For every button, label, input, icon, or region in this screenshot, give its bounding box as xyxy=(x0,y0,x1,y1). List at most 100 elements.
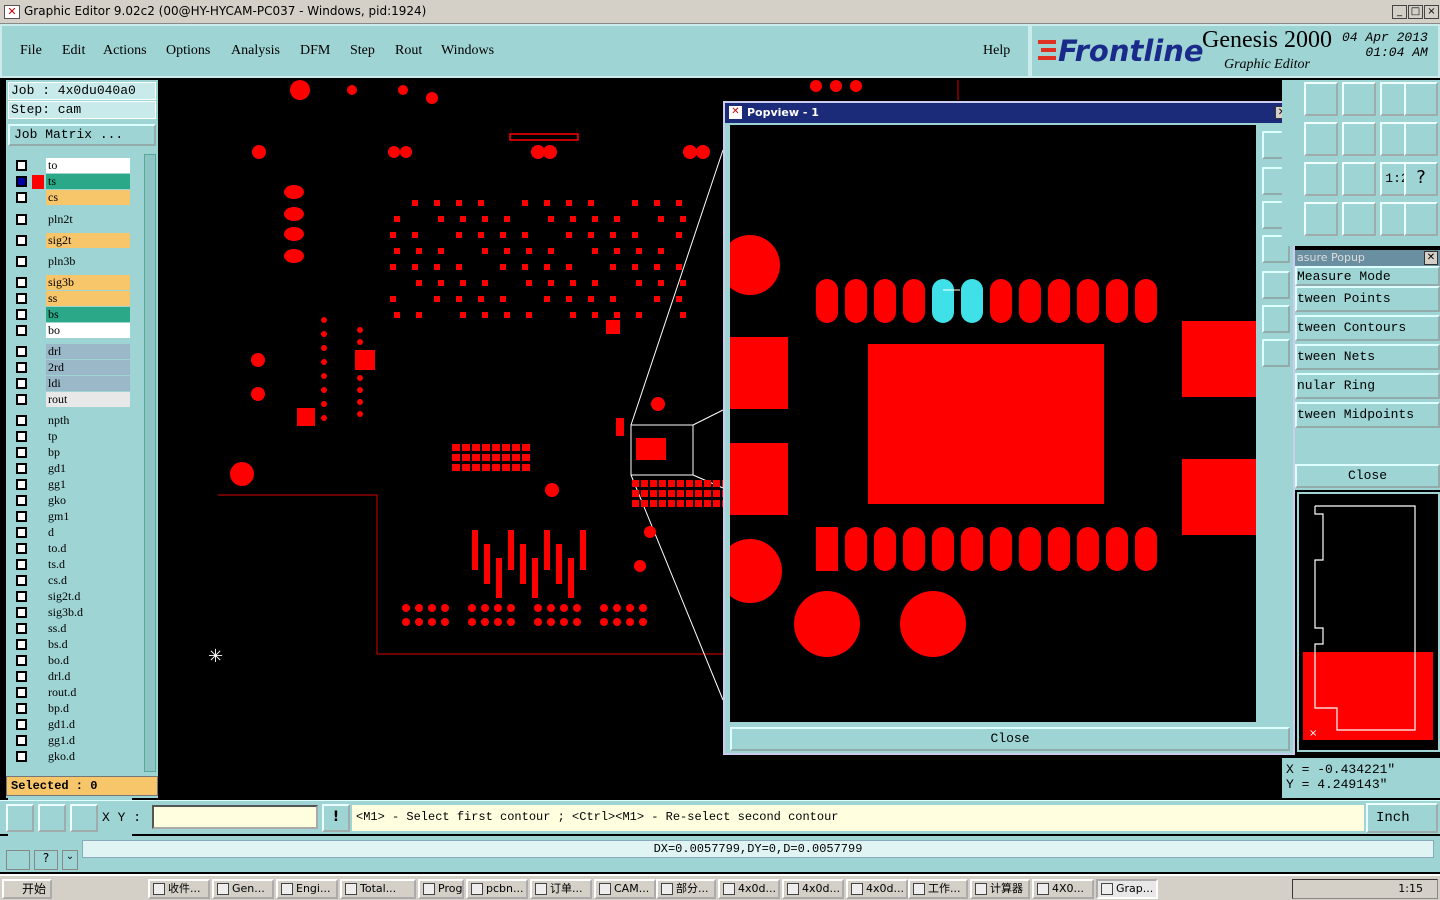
layer-row[interactable]: 2rd xyxy=(10,360,132,376)
layer-row[interactable]: sig2t.d xyxy=(10,589,132,605)
layer-row[interactable]: gg1.d xyxy=(10,733,132,749)
layer-name[interactable]: to.d xyxy=(46,541,130,556)
layer-checkbox[interactable] xyxy=(16,378,27,389)
layer-name[interactable]: bs xyxy=(46,307,130,322)
layer-name[interactable]: ss xyxy=(46,291,130,306)
start-button[interactable]: 开始 xyxy=(2,879,52,899)
measure-close-x-icon[interactable]: ✕ xyxy=(1424,251,1438,265)
layer-name[interactable]: bp.d xyxy=(46,701,130,716)
measure-red-2-icon[interactable] xyxy=(1404,202,1438,236)
smd-pad[interactable] xyxy=(816,279,838,323)
layer-name[interactable]: to xyxy=(46,158,130,173)
taskbar-task[interactable]: CAM... xyxy=(594,879,656,899)
taskbar-task[interactable]: Engi... xyxy=(276,879,338,899)
layer-name[interactable]: npth xyxy=(46,413,130,428)
smd-pad[interactable] xyxy=(1019,527,1041,571)
dropdown-icon[interactable]: ⌄ xyxy=(62,850,78,870)
layer-row[interactable]: ts.d xyxy=(10,557,132,573)
pan-right-icon[interactable] xyxy=(1262,271,1290,299)
menu-actions[interactable]: Actions xyxy=(103,43,147,59)
layer-checkbox[interactable] xyxy=(16,687,27,698)
layer-name[interactable]: sig3b xyxy=(46,275,130,290)
layer-name[interactable]: gd1 xyxy=(46,461,130,476)
snap-mode-icon[interactable] xyxy=(6,804,34,832)
layer-checkbox[interactable] xyxy=(16,362,27,373)
layer-checkbox[interactable] xyxy=(16,703,27,714)
layer-row[interactable]: gd1 xyxy=(10,461,132,477)
layer-name[interactable]: ss.d xyxy=(46,621,130,636)
measure-between-points[interactable]: tween Points xyxy=(1295,286,1440,312)
smd-pad[interactable] xyxy=(1048,279,1070,323)
layer-checkbox[interactable] xyxy=(16,394,27,405)
layer-checkbox[interactable] xyxy=(16,671,27,682)
layer-name[interactable]: sig2t xyxy=(46,233,130,248)
layer-row[interactable]: d xyxy=(10,525,132,541)
smd-pad[interactable] xyxy=(1106,279,1128,323)
snap-icon[interactable] xyxy=(1404,122,1438,156)
layer-row[interactable]: bo xyxy=(10,323,132,339)
layer-checkbox[interactable] xyxy=(16,415,27,426)
layer-name[interactable]: bo xyxy=(46,323,130,338)
help-icon[interactable]: ? xyxy=(34,850,58,870)
layer-row[interactable]: ts xyxy=(10,174,132,190)
measure-between-midpoints[interactable]: tween Midpoints xyxy=(1295,402,1440,428)
layer-name[interactable]: tp xyxy=(46,429,130,444)
menu-dfm[interactable]: DFM xyxy=(300,43,330,59)
menu-step[interactable]: Step xyxy=(350,43,375,59)
layer-name[interactable]: gg1 xyxy=(46,477,130,492)
center-icon[interactable] xyxy=(1262,339,1290,367)
close-window-button[interactable]: × xyxy=(1424,5,1439,19)
smd-pad[interactable] xyxy=(816,527,838,571)
popview-graphics[interactable] xyxy=(718,125,1256,722)
layer-row[interactable]: cs.d xyxy=(10,573,132,589)
layer-checkbox[interactable] xyxy=(16,447,27,458)
smd-pad[interactable] xyxy=(961,279,983,323)
taskbar-task[interactable]: 4x0d... xyxy=(846,879,908,899)
smd-pad[interactable] xyxy=(903,527,925,571)
window-icon[interactable] xyxy=(1304,122,1338,156)
layer-checkbox[interactable] xyxy=(16,623,27,634)
layer-row[interactable]: bo.d xyxy=(10,653,132,669)
layer-checkbox[interactable] xyxy=(16,527,27,538)
smd-pad[interactable] xyxy=(932,279,954,323)
smd-pad[interactable] xyxy=(874,279,896,323)
layer-scrollbar[interactable] xyxy=(144,154,156,772)
taskbar-task[interactable]: 部分... xyxy=(656,879,716,899)
layer-checkbox[interactable] xyxy=(16,309,27,320)
layer-row[interactable]: bp.d xyxy=(10,701,132,717)
layer-name[interactable]: cs xyxy=(46,190,130,205)
layer-row[interactable]: sig3b xyxy=(10,275,132,291)
layer-checkbox[interactable] xyxy=(16,575,27,586)
menu-analysis[interactable]: Analysis xyxy=(231,43,280,59)
taskbar-task[interactable]: Grap... xyxy=(1096,879,1158,899)
overview-minimap[interactable]: × xyxy=(1297,492,1440,752)
smd-pad[interactable] xyxy=(961,527,983,571)
layer-row[interactable]: sig3b.d xyxy=(10,605,132,621)
layer-row[interactable]: ldi xyxy=(10,376,132,392)
move-icon[interactable] xyxy=(1342,162,1376,196)
layer-name[interactable]: bp xyxy=(46,445,130,460)
taskbar-task[interactable]: 4X0... xyxy=(1032,879,1094,899)
layer-row[interactable]: rout xyxy=(10,392,132,408)
layer-name[interactable]: 2rd xyxy=(46,360,130,375)
layer-name[interactable]: drl.d xyxy=(46,669,130,684)
smd-pad[interactable] xyxy=(990,527,1012,571)
menu-edit[interactable]: Edit xyxy=(62,43,85,59)
layer-row[interactable]: pln2t xyxy=(10,212,132,228)
layer-checkbox[interactable] xyxy=(16,463,27,474)
layer-checkbox[interactable] xyxy=(16,639,27,650)
layer-checkbox[interactable] xyxy=(16,160,27,171)
menu-rout[interactable]: Rout xyxy=(395,43,422,59)
xy-input[interactable] xyxy=(152,805,318,829)
layer-name[interactable]: ts.d xyxy=(46,557,130,572)
layer-checkbox[interactable] xyxy=(16,607,27,618)
smd-pad[interactable] xyxy=(845,279,867,323)
layer-row[interactable]: ss xyxy=(10,291,132,307)
layer-row[interactable]: gd1.d xyxy=(10,717,132,733)
layer-row[interactable]: rout.d xyxy=(10,685,132,701)
app-x-icon[interactable]: ✕ xyxy=(4,5,20,19)
layer-checkbox[interactable] xyxy=(16,346,27,357)
smd-pad[interactable] xyxy=(1106,527,1128,571)
grid-icon[interactable] xyxy=(70,804,98,832)
smd-pad[interactable] xyxy=(1135,279,1157,323)
